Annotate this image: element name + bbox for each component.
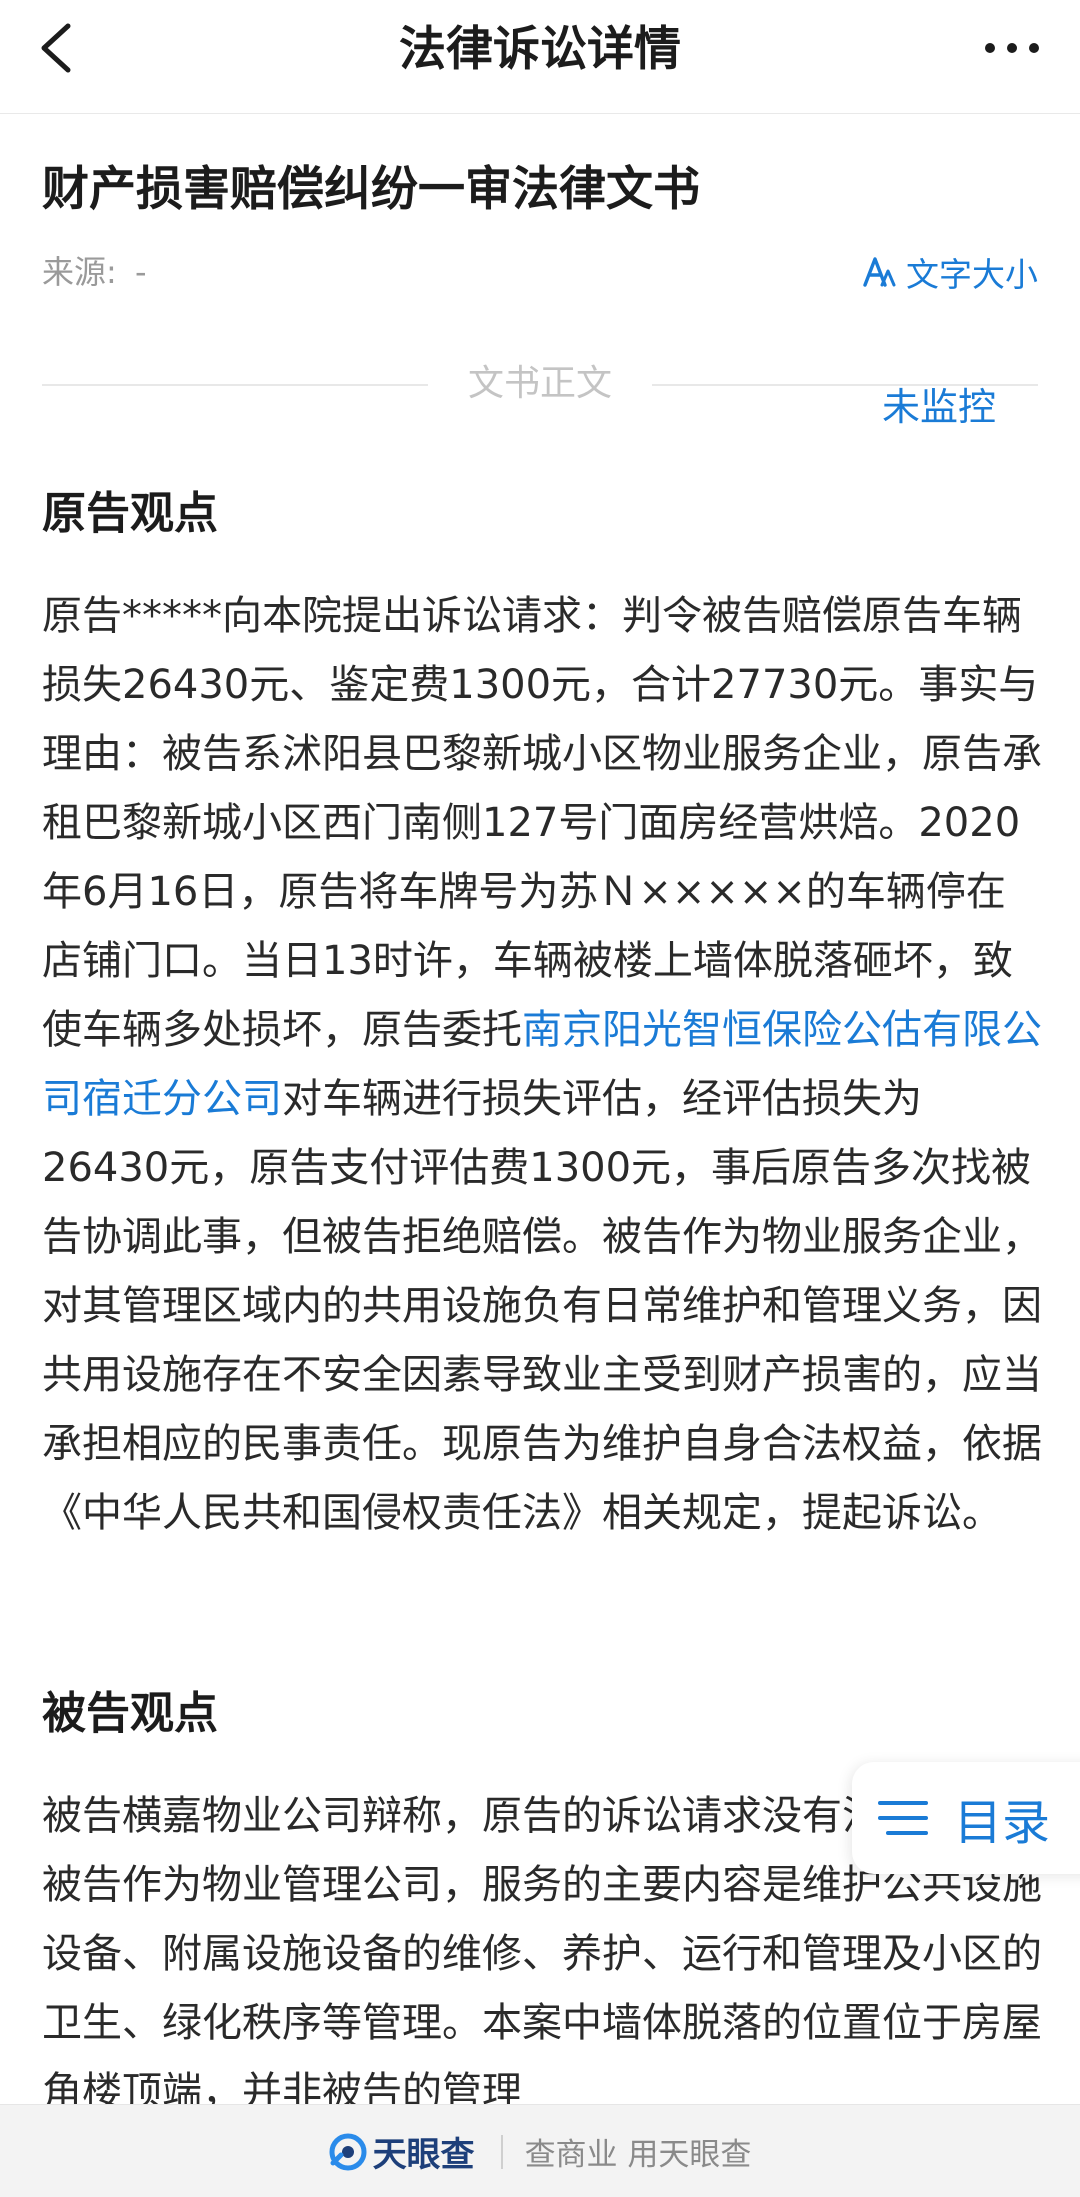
toc-label: 目录 xyxy=(954,1795,1051,1851)
page: 法律诉讼详情 财产损害赔偿纠纷一审法律文书 来源: - 文字大小 文书正文 未监… xyxy=(0,0,1080,2197)
plaintiff-text-end: 对车辆进行损失评估，经评估损失为26430元，原告支付评估费1300元，事后原告… xyxy=(42,1076,1042,1536)
plaintiff-heading: 原告观点 xyxy=(42,488,218,539)
list-icon xyxy=(878,1801,928,1835)
eye-logo-icon xyxy=(329,2133,367,2170)
defendant-heading: 被告观点 xyxy=(42,1688,218,1739)
more-button[interactable] xyxy=(982,36,1042,60)
more-dots-icon xyxy=(985,43,1039,53)
source-label: 来源: xyxy=(42,253,117,291)
footer-separator xyxy=(500,2134,503,2169)
source-value: - xyxy=(134,253,147,291)
font-size-icon xyxy=(863,257,896,287)
watch-button[interactable]: 未监控 xyxy=(882,378,996,436)
source-row: 来源: - xyxy=(42,244,147,300)
plaintiff-text-start: 原告*****向本院提出诉讼请求：判令被告赔偿原告车辆损失26430元、鉴定费1… xyxy=(42,593,1042,1053)
plaintiff-paragraph: 原告*****向本院提出诉讼请求：判令被告赔偿原告车辆损失26430元、鉴定费1… xyxy=(42,582,1042,1548)
brand-name: 天眼查 xyxy=(372,2135,475,2175)
font-size-button[interactable]: 文字大小 xyxy=(862,244,1038,300)
document-title: 财产损害赔偿纠纷一审法律文书 xyxy=(42,162,700,217)
brand-logo: 天眼查 xyxy=(329,2127,475,2176)
navigation-bar: 法律诉讼详情 xyxy=(0,0,1080,114)
footer-bar: 天眼查 查商业 用天眼查 xyxy=(0,2104,1080,2197)
toc-button[interactable]: 目录 xyxy=(852,1762,1080,1874)
font-size-label: 文字大小 xyxy=(906,255,1038,294)
footer-slogan: 查商业 用天眼查 xyxy=(524,2137,752,2173)
page-title: 法律诉讼详情 xyxy=(399,22,681,77)
